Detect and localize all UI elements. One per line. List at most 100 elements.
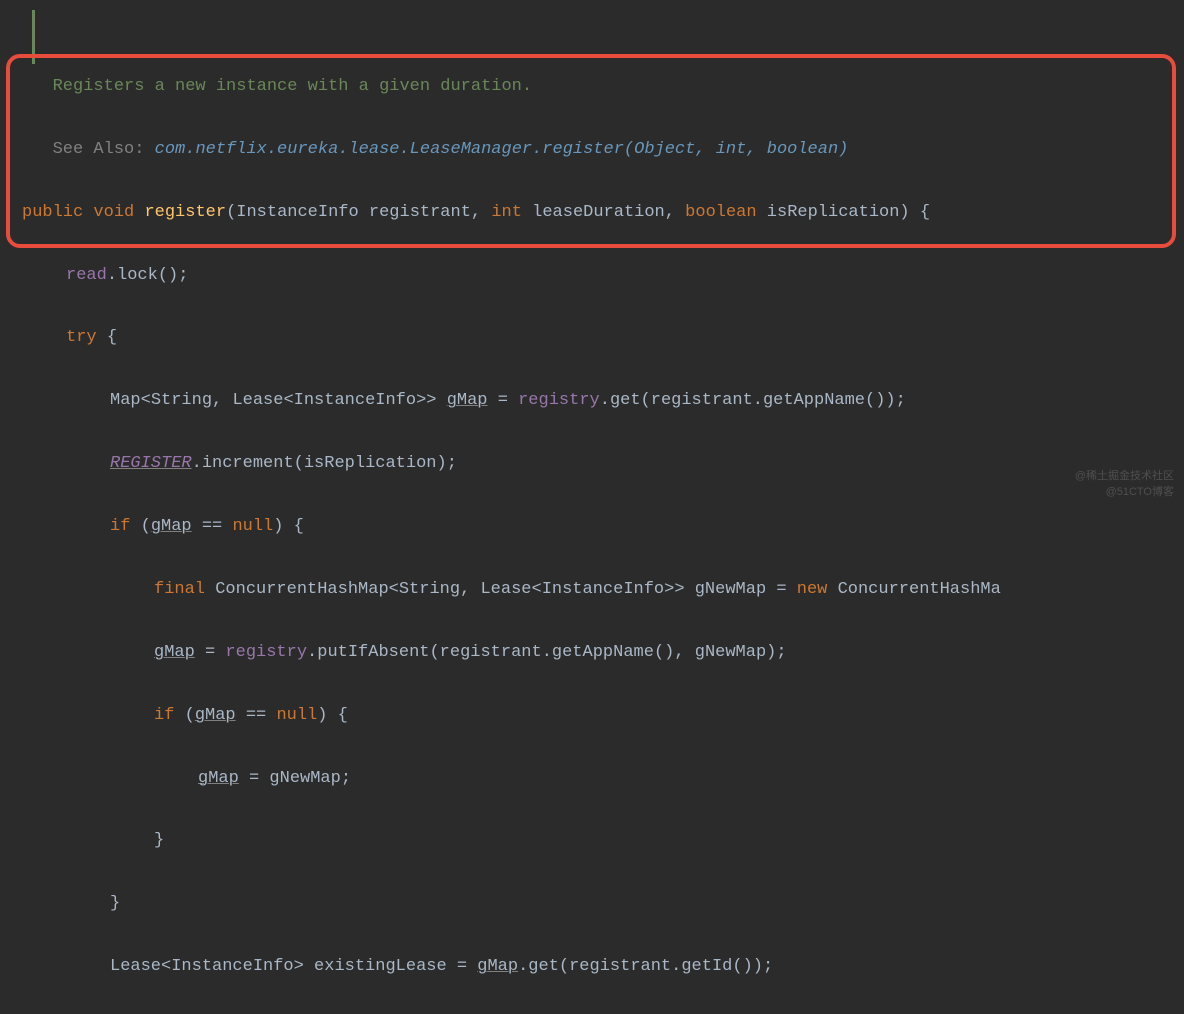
code-block: Registers a new instance with a given du… (0, 0, 1184, 1014)
comma: , (471, 203, 491, 222)
dot: . (671, 957, 681, 976)
paren-open: ( (865, 391, 875, 410)
param-registrant: registrant (569, 957, 671, 976)
keyword-int: int (491, 203, 522, 222)
keyword-new: new (797, 580, 828, 599)
paren-open: ( (654, 643, 664, 662)
eq: = (195, 643, 226, 662)
gtgt: >> (664, 580, 684, 599)
method-putifabsent: putIfAbsent (317, 643, 429, 662)
type-instanceinfo: InstanceInfo (236, 203, 358, 222)
code-line-if1: if (gMap == null) { (22, 511, 1184, 542)
type-string: String (399, 580, 460, 599)
comma: , (665, 203, 685, 222)
semicolon: ; (776, 643, 786, 662)
paren-close: ) (168, 266, 178, 285)
method-getappname: getAppName (763, 391, 865, 410)
comma: , (674, 643, 694, 662)
eqeq: == (236, 706, 277, 725)
param-isreplication: isReplication (304, 454, 437, 473)
paren-open: ( (732, 957, 742, 976)
doc-link[interactable]: com.netflix.eureka.lease.LeaseManager.re… (155, 140, 849, 159)
code-line-gmap-assign: gMap = gNewMap; (22, 763, 1184, 794)
keyword-if: if (110, 517, 130, 536)
param-isreplication: isReplication (767, 203, 900, 222)
paren-close: ) (899, 203, 909, 222)
keyword-try: try (66, 328, 97, 347)
code-line-signature: public void register(InstanceInfo regist… (22, 197, 1184, 228)
static-register: REGISTER (110, 454, 192, 473)
dot: . (518, 957, 528, 976)
lt: < (141, 391, 151, 410)
keyword-boolean: boolean (685, 203, 756, 222)
paren-open: ( (559, 957, 569, 976)
code-line-readlock: read.lock(); (22, 260, 1184, 291)
keyword-public: public (22, 203, 83, 222)
doc-indicator-bar (32, 10, 35, 64)
dot: . (192, 454, 202, 473)
semicolon: ; (896, 391, 906, 410)
eq: = (239, 769, 270, 788)
param-registrant: registrant (440, 643, 542, 662)
code-line-try: try { (22, 322, 1184, 353)
type-map: Map (110, 391, 141, 410)
code-line-final-decl: final ConcurrentHashMap<String, Lease<In… (22, 574, 1184, 605)
keyword-void: void (93, 203, 134, 222)
watermark-line1: @稀土掘金技术社区 (1075, 469, 1174, 484)
paren-close: ) (885, 391, 895, 410)
var-gnewmap: gNewMap (695, 643, 766, 662)
paren-close: ) (317, 706, 327, 725)
dot: . (542, 643, 552, 662)
keyword-final: final (154, 580, 205, 599)
var-gmap: gMap (151, 517, 192, 536)
brace-open: { (107, 328, 117, 347)
var-gnewmap: gNewMap (269, 769, 340, 788)
paren-open: ( (141, 517, 151, 536)
semicolon: ; (341, 769, 351, 788)
type-instanceinfo: InstanceInfo (294, 391, 416, 410)
code-line-brace-close2: } (22, 888, 1184, 919)
lt: < (161, 957, 171, 976)
type-concurrenthashmap: ConcurrentHashMap (215, 580, 388, 599)
doc-line-1: Registers a new instance with a given du… (22, 71, 1184, 102)
type-instanceinfo: InstanceInfo (171, 957, 293, 976)
var-gmap: gMap (198, 769, 239, 788)
semicolon: ; (763, 957, 773, 976)
paren-close: ) (664, 643, 674, 662)
brace-close: } (110, 894, 120, 913)
var-gmap: gMap (154, 643, 195, 662)
code-line-if2: if (gMap == null) { (22, 700, 1184, 731)
dot: . (600, 391, 610, 410)
field-registry: registry (225, 643, 307, 662)
gt: > (294, 957, 304, 976)
semicolon: ; (447, 454, 457, 473)
paren-close: ) (766, 643, 776, 662)
code-line-existinglease: Lease<InstanceInfo> existingLease = gMap… (22, 951, 1184, 982)
eqeq: == (192, 517, 233, 536)
type-lease: Lease (232, 391, 283, 410)
keyword-null: null (232, 517, 273, 536)
doc-text: Registers a new instance with a given du… (53, 77, 532, 96)
type-string: String (151, 391, 212, 410)
param-leaseduration: leaseDuration (532, 203, 665, 222)
comma: , (460, 580, 480, 599)
paren-close: ) (875, 391, 885, 410)
method-lock: lock (117, 266, 158, 285)
keyword-null: null (276, 706, 317, 725)
function-name: register (144, 203, 226, 222)
paren-open: ( (158, 266, 168, 285)
var-gmap: gMap (195, 706, 236, 725)
eq: = (488, 391, 519, 410)
paren-close: ) (753, 957, 763, 976)
code-line-putifabsent: gMap = registry.putIfAbsent(registrant.g… (22, 637, 1184, 668)
brace-close: } (154, 831, 164, 850)
lt: < (532, 580, 542, 599)
method-get: get (528, 957, 559, 976)
dot: . (307, 643, 317, 662)
paren-close: ) (436, 454, 446, 473)
dot: . (753, 391, 763, 410)
method-getid: getId (681, 957, 732, 976)
code-line-map-decl: Map<String, Lease<InstanceInfo>> gMap = … (22, 385, 1184, 416)
type-instanceinfo: InstanceInfo (542, 580, 664, 599)
method-getappname: getAppName (552, 643, 654, 662)
